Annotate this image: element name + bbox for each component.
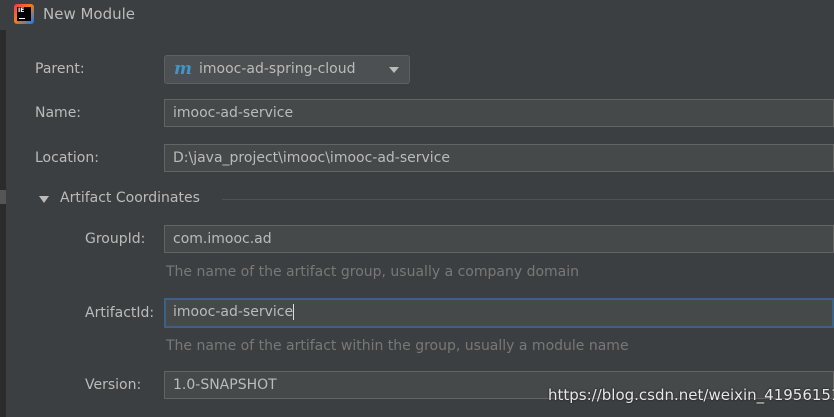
location-field[interactable]: D:\java_project\imooc\imooc-ad-service: [164, 144, 834, 172]
name-field[interactable]: imooc-ad-service: [164, 99, 834, 127]
collapse-triangle-icon[interactable]: [39, 196, 49, 203]
name-field-value: imooc-ad-service: [173, 105, 294, 121]
app-icon-text: IE: [18, 7, 25, 14]
text-caret: [293, 304, 295, 320]
groupid-hint: The name of the artifact group, usually …: [166, 264, 579, 280]
intellij-idea-icon: IE: [14, 4, 34, 24]
title-bar: IE New Module: [0, 0, 834, 30]
maven-module-icon: m: [174, 59, 192, 79]
version-label: Version:: [85, 377, 142, 393]
groupid-label: GroupId:: [85, 231, 146, 247]
chevron-down-icon: [389, 67, 399, 73]
location-label: Location:: [35, 150, 99, 166]
location-field-value: D:\java_project\imooc\imooc-ad-service: [173, 150, 450, 166]
artifactid-label: ArtifactId:: [85, 305, 155, 321]
watermark-url: https://blog.csdn.net/weixin_41956151: [548, 386, 834, 404]
groupid-field[interactable]: com.imooc.ad: [164, 225, 834, 253]
name-label: Name:: [35, 105, 82, 121]
window-title: New Module: [43, 5, 136, 23]
parent-dropdown[interactable]: m imooc-ad-spring-cloud: [164, 55, 410, 84]
version-field-value: 1.0-SNAPSHOT: [173, 377, 277, 393]
section-divider: [222, 199, 834, 200]
artifactid-hint: The name of the artifact within the grou…: [166, 338, 629, 354]
edge-marker: [0, 190, 6, 204]
left-edge-strip: [0, 0, 6, 417]
app-icon-bar: [19, 18, 25, 19]
app-icon-inner: IE: [17, 7, 31, 21]
artifactid-field[interactable]: imooc-ad-service: [164, 298, 834, 328]
artifactid-field-value: imooc-ad-service: [173, 304, 294, 320]
parent-dropdown-value: imooc-ad-spring-cloud: [199, 61, 356, 77]
groupid-field-value: com.imooc.ad: [173, 231, 272, 247]
parent-label: Parent:: [35, 61, 85, 77]
artifact-coordinates-toggle[interactable]: Artifact Coordinates: [60, 190, 200, 206]
